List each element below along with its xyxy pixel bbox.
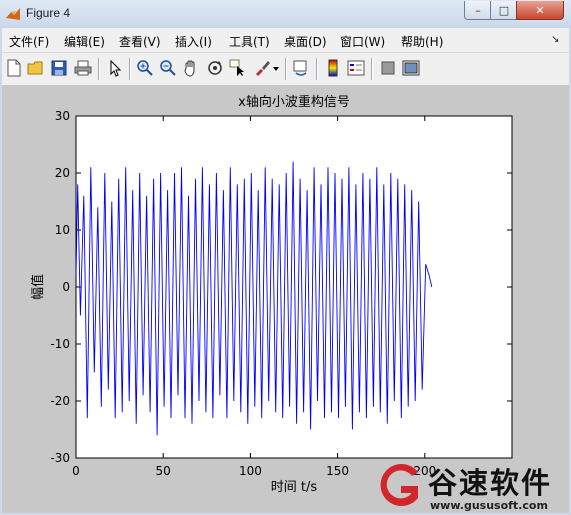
menu-file[interactable]: 文件(F) <box>9 33 49 50</box>
y-tick-label: 30 <box>55 109 70 123</box>
close-icon: ✕ <box>535 3 545 17</box>
legend-icon[interactable] <box>347 59 365 77</box>
zoom-out-icon[interactable] <box>159 59 177 77</box>
pan-hand-icon[interactable] <box>182 59 200 77</box>
brush-dropdown-icon[interactable] <box>272 59 280 77</box>
zoom-in-icon[interactable] <box>136 59 154 77</box>
y-tick-label: -10 <box>50 337 70 351</box>
open-file-icon[interactable] <box>27 59 45 77</box>
y-tick-label: 20 <box>55 166 70 180</box>
menu-edit[interactable]: 编辑(E) <box>64 33 105 50</box>
brush-icon[interactable] <box>253 59 271 77</box>
toolbar-separator <box>285 58 287 80</box>
rotate-3d-icon[interactable] <box>206 59 224 77</box>
hide-plot-tools-icon[interactable] <box>379 59 397 77</box>
toolbar-separator <box>98 58 100 80</box>
menu-help[interactable]: 帮助(H) <box>401 33 443 50</box>
window-title: Figure 4 <box>26 6 71 20</box>
chart-title: x轴向小波重构信号 <box>238 94 350 110</box>
x-tick-label: 0 <box>72 464 80 478</box>
toolbar-separator <box>316 58 318 80</box>
save-icon[interactable] <box>50 59 68 77</box>
menu-overflow-icon[interactable]: ↘ <box>551 34 559 45</box>
menu-view[interactable]: 查看(V) <box>119 33 161 50</box>
minimize-button[interactable]: – <box>464 1 492 20</box>
close-button[interactable]: ✕ <box>516 1 564 20</box>
menu-tools[interactable]: 工具(T) <box>229 33 270 50</box>
maximize-icon: □ <box>498 3 510 17</box>
x-tick-label: 150 <box>326 464 349 478</box>
toolbar <box>2 52 569 86</box>
print-icon[interactable] <box>74 59 92 77</box>
y-tick-label: -20 <box>50 394 70 408</box>
title-bar[interactable]: Figure 4 – □ ✕ <box>0 0 571 28</box>
show-plot-tools-icon[interactable] <box>402 59 420 77</box>
new-figure-icon[interactable] <box>5 59 23 77</box>
x-axis-label: 时间 t/s <box>271 480 318 495</box>
matlab-app-icon <box>6 8 20 20</box>
menu-desktop[interactable]: 桌面(D) <box>284 33 327 50</box>
menu-bar: 文件(F) 编辑(E) 查看(V) 插入(I) 工具(T) 桌面(D) 窗口(W… <box>2 28 569 52</box>
maximize-button[interactable]: □ <box>490 1 518 20</box>
minimize-icon: – <box>475 3 481 17</box>
figure-canvas: 0 50 100 150 200 30 20 10 0 -10 -20 -30 x轴向小波重构信号 … <box>2 85 569 513</box>
gususoft-logo-icon <box>380 464 418 506</box>
y-axis-label: 幅值 <box>30 274 46 300</box>
y-tick-label: 10 <box>55 223 70 237</box>
x-tick-label: 100 <box>239 464 262 478</box>
watermark-brand-name: 谷速软件 <box>428 466 553 500</box>
y-tick-label: 0 <box>62 280 70 294</box>
x-tick-label: 50 <box>156 464 171 478</box>
menu-window[interactable]: 窗口(W) <box>340 33 385 50</box>
pointer-icon[interactable] <box>106 59 124 77</box>
toolbar-separator <box>129 58 131 80</box>
menu-insert[interactable]: 插入(I) <box>175 33 212 50</box>
toolbar-separator <box>371 58 373 80</box>
watermark-url: www.gususoft.com <box>430 499 548 512</box>
plot-svg: 0 50 100 150 200 3020100-10-20-30 x轴向小波重构信号 … <box>30 94 513 495</box>
watermark: 谷速软件 www.gususoft.com <box>370 456 571 515</box>
y-tick-label: -30 <box>50 451 70 465</box>
data-cursor-icon[interactable] <box>229 59 247 77</box>
colorbar-icon[interactable] <box>324 59 342 77</box>
link-plot-icon[interactable] <box>292 59 310 77</box>
y-tick-labels: 30 20 10 0 -10 -20 -30 <box>50 109 70 465</box>
figure-window: Figure 4 – □ ✕ 文件(F) 编辑(E) 查看(V) 插入(I) 工… <box>0 0 571 515</box>
